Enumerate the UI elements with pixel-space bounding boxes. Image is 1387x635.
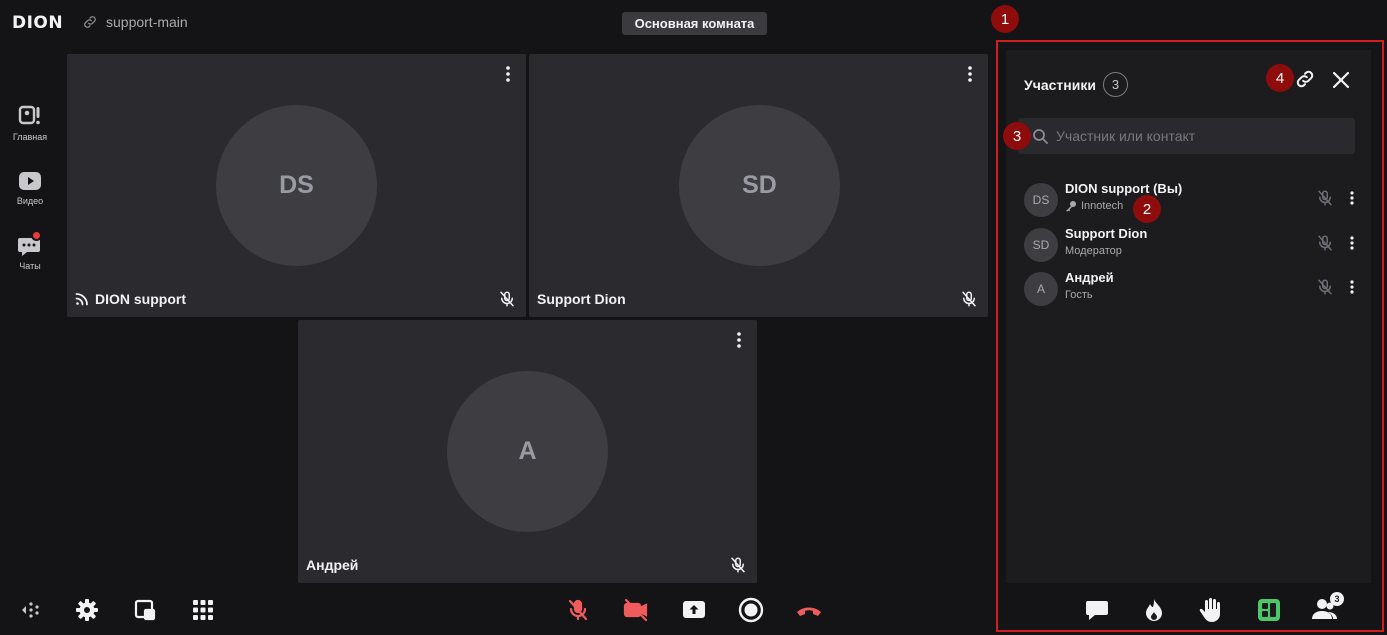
participant-menu-button[interactable] — [1347, 234, 1357, 252]
video-play-icon — [19, 172, 41, 190]
invite-link-button[interactable] — [1294, 68, 1316, 90]
camera-toggle-button[interactable] — [621, 595, 651, 625]
link-icon — [1296, 70, 1314, 88]
tile-menu-button[interactable] — [500, 64, 516, 84]
tile-menu-button[interactable] — [962, 64, 978, 84]
broadcast-icon — [75, 293, 88, 306]
participant-avatar: SD — [1024, 228, 1058, 262]
reactions-icon — [1146, 599, 1162, 621]
rail-item-chats[interactable]: Чаты — [0, 230, 60, 271]
rail-item-home[interactable]: Главная — [0, 104, 60, 142]
participant-avatar: DS — [1024, 183, 1058, 217]
participant-name: DION support (Вы) — [1065, 181, 1183, 196]
apps-grid-icon — [193, 600, 213, 620]
participants-count-badge: 3 — [1330, 592, 1344, 606]
picture-in-picture-button[interactable] — [130, 595, 160, 625]
leave-call-button[interactable] — [794, 595, 824, 625]
mic-off-icon — [731, 557, 745, 573]
hang-up-icon — [797, 607, 821, 616]
tile-menu-button[interactable] — [731, 330, 747, 350]
annotation-marker: 2 — [1133, 195, 1161, 223]
collapse-sidebar-icon — [22, 602, 39, 618]
layout-icon — [1258, 599, 1280, 621]
dion-logo: DION — [12, 13, 64, 33]
panel-title: Участники 3 — [1024, 72, 1128, 97]
more-vertical-icon — [1350, 236, 1354, 250]
participant-name: Андрей — [1065, 270, 1114, 285]
participant-name: Support Dion — [1065, 226, 1148, 241]
tile-participant-name: Андрей — [306, 557, 359, 573]
chat-bubble-icon — [1086, 601, 1108, 620]
room-link-label: support-main — [106, 14, 188, 30]
participants-button[interactable]: 3 — [1312, 592, 1344, 624]
rail-item-home-label: Главная — [12, 132, 48, 142]
tile-avatar: A — [447, 371, 608, 532]
room-name-label: Основная комната — [622, 12, 767, 35]
apps-grid-button[interactable] — [188, 595, 218, 625]
mic-off-icon — [1318, 235, 1332, 251]
tile-participant-name: DION support — [75, 291, 186, 307]
layout-button[interactable] — [1255, 596, 1283, 624]
record-button[interactable] — [736, 595, 766, 625]
participant-row[interactable]: DS DION support (Вы) Innotech — [1024, 181, 1359, 217]
mic-off-icon — [962, 291, 976, 307]
close-icon — [1332, 71, 1350, 89]
mic-off-icon — [500, 291, 514, 307]
participant-role: Innotech — [1065, 200, 1123, 212]
tile-participant-name: Support Dion — [537, 291, 626, 307]
screen-share-button[interactable] — [679, 595, 709, 625]
more-vertical-icon — [1350, 191, 1354, 205]
chats-unread-badge — [31, 230, 42, 241]
camera-off-icon — [623, 598, 648, 622]
participant-role: Модератор — [1065, 245, 1122, 257]
settings-button[interactable] — [72, 595, 102, 625]
participant-role: Гость — [1065, 289, 1093, 301]
mic-off-icon — [1318, 279, 1332, 295]
close-panel-button[interactable] — [1329, 68, 1353, 92]
rail-item-video-label: Видео — [16, 196, 44, 206]
key-icon — [1066, 201, 1076, 212]
participants-panel: Участники 3 DS DION support (Вы) Innotec… — [1006, 50, 1371, 583]
annotation-marker: 3 — [1003, 122, 1031, 150]
participant-menu-button[interactable] — [1347, 189, 1357, 207]
microphone-toggle-button[interactable] — [563, 595, 593, 625]
rail-item-video[interactable]: Видео — [0, 170, 60, 206]
participant-row[interactable]: A Андрей Гость — [1024, 270, 1359, 306]
video-tile[interactable]: A Андрей — [298, 320, 757, 583]
collapse-sidebar-button[interactable] — [15, 595, 45, 625]
mic-off-icon — [568, 599, 588, 621]
reactions-button[interactable] — [1140, 596, 1168, 624]
raise-hand-icon — [1199, 598, 1220, 622]
mic-off-icon — [1318, 190, 1332, 206]
annotation-marker: 1 — [991, 5, 1019, 33]
picture-in-picture-icon — [134, 599, 156, 621]
video-tile[interactable]: DS DION support — [67, 54, 526, 317]
more-vertical-icon — [1350, 280, 1354, 294]
participant-search[interactable] — [1018, 118, 1355, 154]
tile-avatar: DS — [216, 105, 377, 266]
search-icon — [1033, 129, 1048, 144]
more-vertical-icon — [506, 66, 510, 82]
link-icon — [84, 16, 96, 28]
screen-share-icon — [683, 601, 705, 618]
annotation-marker: 4 — [1266, 64, 1294, 92]
participant-row[interactable]: SD Support Dion Модератор — [1024, 226, 1359, 262]
more-vertical-icon — [968, 66, 972, 82]
participant-menu-button[interactable] — [1347, 278, 1357, 296]
participant-search-input[interactable] — [1056, 128, 1336, 144]
more-vertical-icon — [737, 332, 741, 348]
participant-count: 3 — [1102, 72, 1128, 97]
video-tile[interactable]: SD Support Dion — [529, 54, 988, 317]
gear-icon — [76, 599, 98, 621]
chat-button[interactable] — [1083, 596, 1111, 624]
tile-avatar: SD — [679, 105, 840, 266]
participant-avatar: A — [1024, 272, 1058, 306]
rail-item-chats-label: Чаты — [19, 261, 41, 271]
raise-hand-button[interactable] — [1197, 596, 1225, 624]
home-icon — [18, 105, 40, 125]
room-link[interactable]: support-main — [82, 14, 188, 30]
record-icon — [738, 597, 764, 623]
